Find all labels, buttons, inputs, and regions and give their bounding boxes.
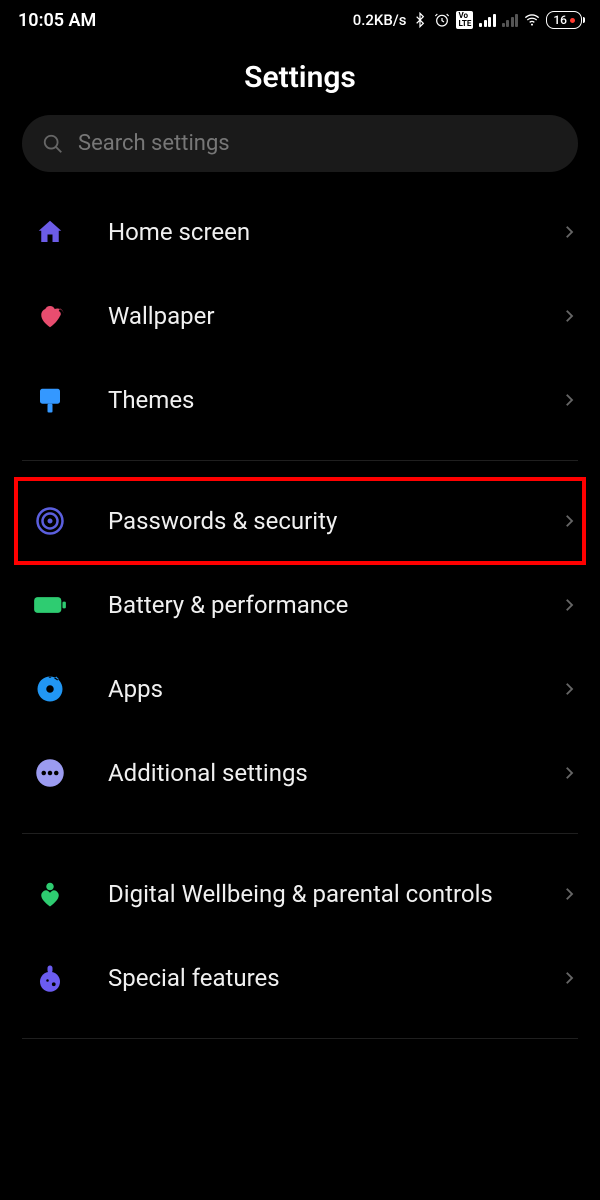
data-rate: 0.2KB/s [353,11,407,29]
item-label: Digital Wellbeing & parental controls [108,879,560,909]
signal-2-icon [502,13,519,27]
battery-indicator: 16 [546,11,582,29]
page-title: Settings [0,60,600,95]
divider [22,833,578,834]
list-item-home-screen[interactable]: Home screen [22,190,578,274]
volte-icon: VoLTE [456,11,473,29]
home-icon [32,214,68,250]
chevron-right-icon [560,680,578,698]
item-label: Wallpaper [108,301,560,331]
fingerprint-icon [32,503,68,539]
item-label: Special features [108,963,560,993]
list-item-passwords-security[interactable]: Passwords & security [16,479,584,563]
chevron-right-icon [560,391,578,409]
chevron-right-icon [560,307,578,325]
battery-icon [32,587,68,623]
features-icon [32,960,68,996]
item-label: Additional settings [108,758,560,788]
item-label: Apps [108,674,560,704]
list-item-apps[interactable]: Apps [22,647,578,731]
chevron-right-icon [560,223,578,241]
status-time: 10:05 AM [18,10,96,31]
list-item-themes[interactable]: Themes [22,358,578,442]
wallpaper-icon [32,298,68,334]
item-label: Themes [108,385,560,415]
search-icon [42,133,64,155]
item-label: Passwords & security [108,506,560,536]
status-indicators: 0.2KB/s VoLTE 16 [353,11,582,29]
divider [22,460,578,461]
alarm-icon [434,12,450,28]
chevron-right-icon [560,596,578,614]
chevron-right-icon [560,512,578,530]
search-input[interactable] [78,131,558,156]
status-bar: 10:05 AM 0.2KB/s VoLTE 16 [0,0,600,40]
more-icon [32,755,68,791]
chevron-right-icon [560,764,578,782]
list-item-battery[interactable]: Battery & performance [22,563,578,647]
item-label: Home screen [108,217,560,247]
apps-icon [32,671,68,707]
list-item-additional-settings[interactable]: Additional settings [22,731,578,815]
divider [22,1038,578,1039]
list-item-wallpaper[interactable]: Wallpaper [22,274,578,358]
settings-list: Home screen Wallpaper Themes Passwords &… [0,190,600,1039]
wifi-icon [524,12,540,28]
item-label: Battery & performance [108,590,560,620]
chevron-right-icon [560,969,578,987]
list-item-digital-wellbeing[interactable]: Digital Wellbeing & parental controls [22,852,578,936]
signal-1-icon [479,13,496,27]
list-item-special-features[interactable]: Special features [22,936,578,1020]
wellbeing-icon [32,876,68,912]
search-bar[interactable] [22,115,578,172]
themes-icon [32,382,68,418]
bluetooth-icon [412,12,428,28]
chevron-right-icon [560,885,578,903]
